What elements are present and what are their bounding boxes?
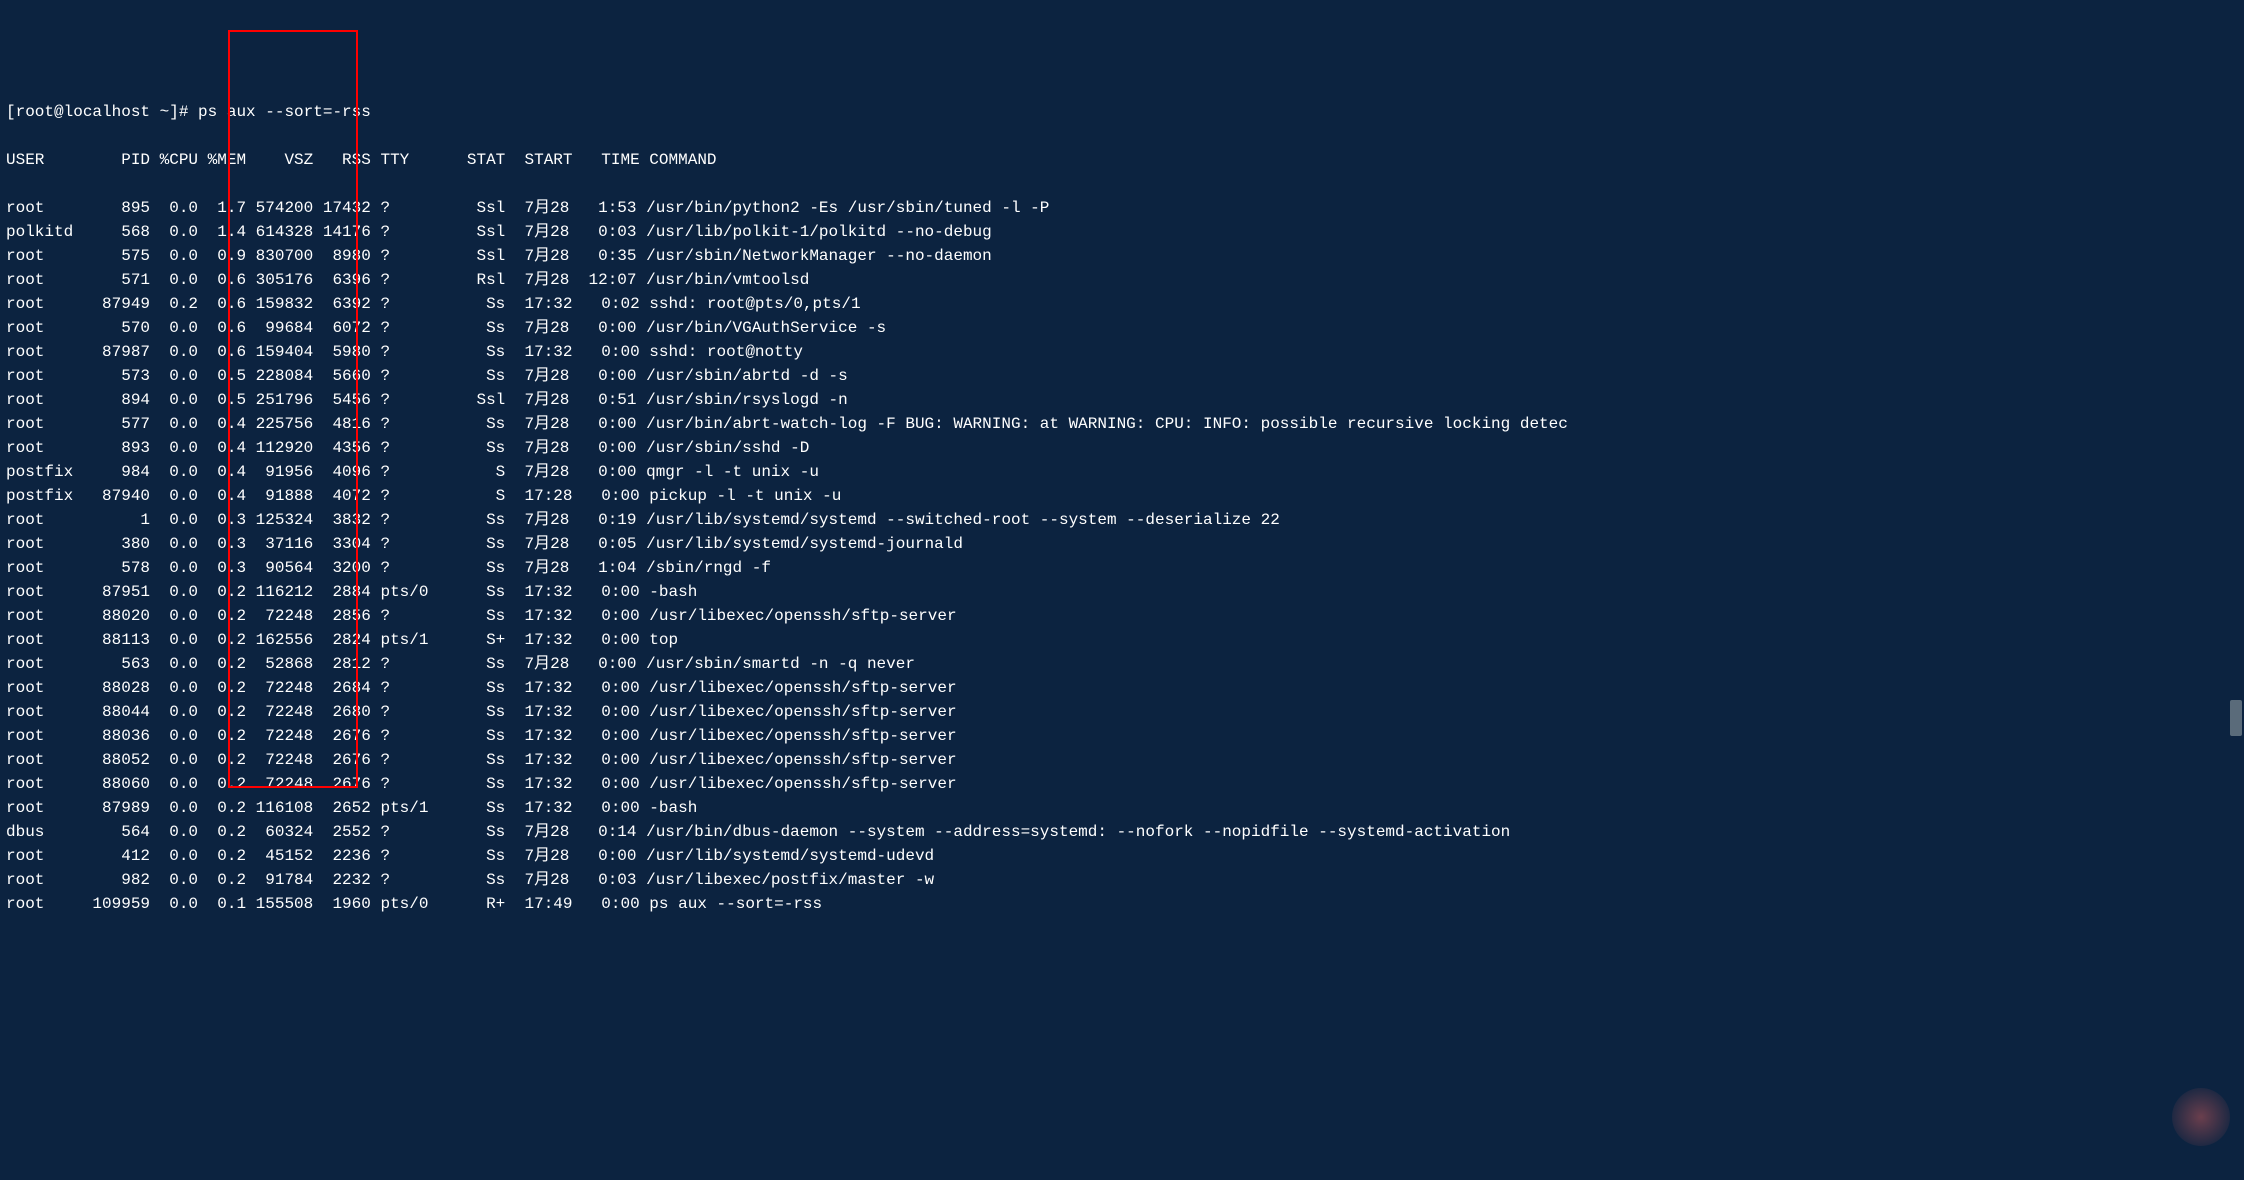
process-row: dbus 564 0.0 0.2 60324 2552 ? Ss 7月28 0:… <box>6 820 2238 844</box>
process-row: root 87951 0.0 0.2 116212 2884 pts/0 Ss … <box>6 580 2238 604</box>
process-row: root 87989 0.0 0.2 116108 2652 pts/1 Ss … <box>6 796 2238 820</box>
ps-header-row: USER PID %CPU %MEM VSZ RSS TTY STAT STAR… <box>6 148 2238 172</box>
process-row: root 87949 0.2 0.6 159832 6392 ? Ss 17:3… <box>6 292 2238 316</box>
process-row: root 88113 0.0 0.2 162556 2824 pts/1 S+ … <box>6 628 2238 652</box>
process-row: polkitd 568 0.0 1.4 614328 14176 ? Ssl 7… <box>6 220 2238 244</box>
process-row: root 88052 0.0 0.2 72248 2676 ? Ss 17:32… <box>6 748 2238 772</box>
process-row: root 88060 0.0 0.2 72248 2676 ? Ss 17:32… <box>6 772 2238 796</box>
process-row: postfix 984 0.0 0.4 91956 4096 ? S 7月28 … <box>6 460 2238 484</box>
process-row: root 573 0.0 0.5 228084 5660 ? Ss 7月28 0… <box>6 364 2238 388</box>
process-row: postfix 87940 0.0 0.4 91888 4072 ? S 17:… <box>6 484 2238 508</box>
process-row: root 895 0.0 1.7 574200 17432 ? Ssl 7月28… <box>6 196 2238 220</box>
scrollbar-thumb[interactable] <box>2230 700 2242 736</box>
process-row: root 109959 0.0 0.1 155508 1960 pts/0 R+… <box>6 892 2238 916</box>
shell-prompt: [root@localhost ~]# <box>6 103 198 121</box>
process-row: root 571 0.0 0.6 305176 6396 ? Rsl 7月28 … <box>6 268 2238 292</box>
watermark-icon <box>2172 1088 2230 1146</box>
process-row: root 563 0.0 0.2 52868 2812 ? Ss 7月28 0:… <box>6 652 2238 676</box>
process-row: root 87987 0.0 0.6 159404 5980 ? Ss 17:3… <box>6 340 2238 364</box>
process-row: root 893 0.0 0.4 112920 4356 ? Ss 7月28 0… <box>6 436 2238 460</box>
process-row: root 1 0.0 0.3 125324 3832 ? Ss 7月28 0:1… <box>6 508 2238 532</box>
process-row: root 380 0.0 0.3 37116 3304 ? Ss 7月28 0:… <box>6 532 2238 556</box>
command-text: ps aux --sort=-rss <box>198 103 371 121</box>
process-row: root 88020 0.0 0.2 72248 2856 ? Ss 17:32… <box>6 604 2238 628</box>
process-row: root 982 0.0 0.2 91784 2232 ? Ss 7月28 0:… <box>6 868 2238 892</box>
terminal-scrollbar[interactable] <box>2228 0 2244 1154</box>
process-row: root 88036 0.0 0.2 72248 2676 ? Ss 17:32… <box>6 724 2238 748</box>
process-row: root 575 0.0 0.9 830700 8980 ? Ssl 7月28 … <box>6 244 2238 268</box>
prompt-line[interactable]: [root@localhost ~]# ps aux --sort=-rss <box>6 100 2238 124</box>
process-row: root 88044 0.0 0.2 72248 2680 ? Ss 17:32… <box>6 700 2238 724</box>
process-row: root 894 0.0 0.5 251796 5456 ? Ssl 7月28 … <box>6 388 2238 412</box>
process-row: root 88028 0.0 0.2 72248 2684 ? Ss 17:32… <box>6 676 2238 700</box>
process-row: root 412 0.0 0.2 45152 2236 ? Ss 7月28 0:… <box>6 844 2238 868</box>
process-row: root 578 0.0 0.3 90564 3200 ? Ss 7月28 1:… <box>6 556 2238 580</box>
process-row: root 577 0.0 0.4 225756 4816 ? Ss 7月28 0… <box>6 412 2238 436</box>
ps-output-rows: root 895 0.0 1.7 574200 17432 ? Ssl 7月28… <box>6 196 2238 916</box>
process-row: root 570 0.0 0.6 99684 6072 ? Ss 7月28 0:… <box>6 316 2238 340</box>
